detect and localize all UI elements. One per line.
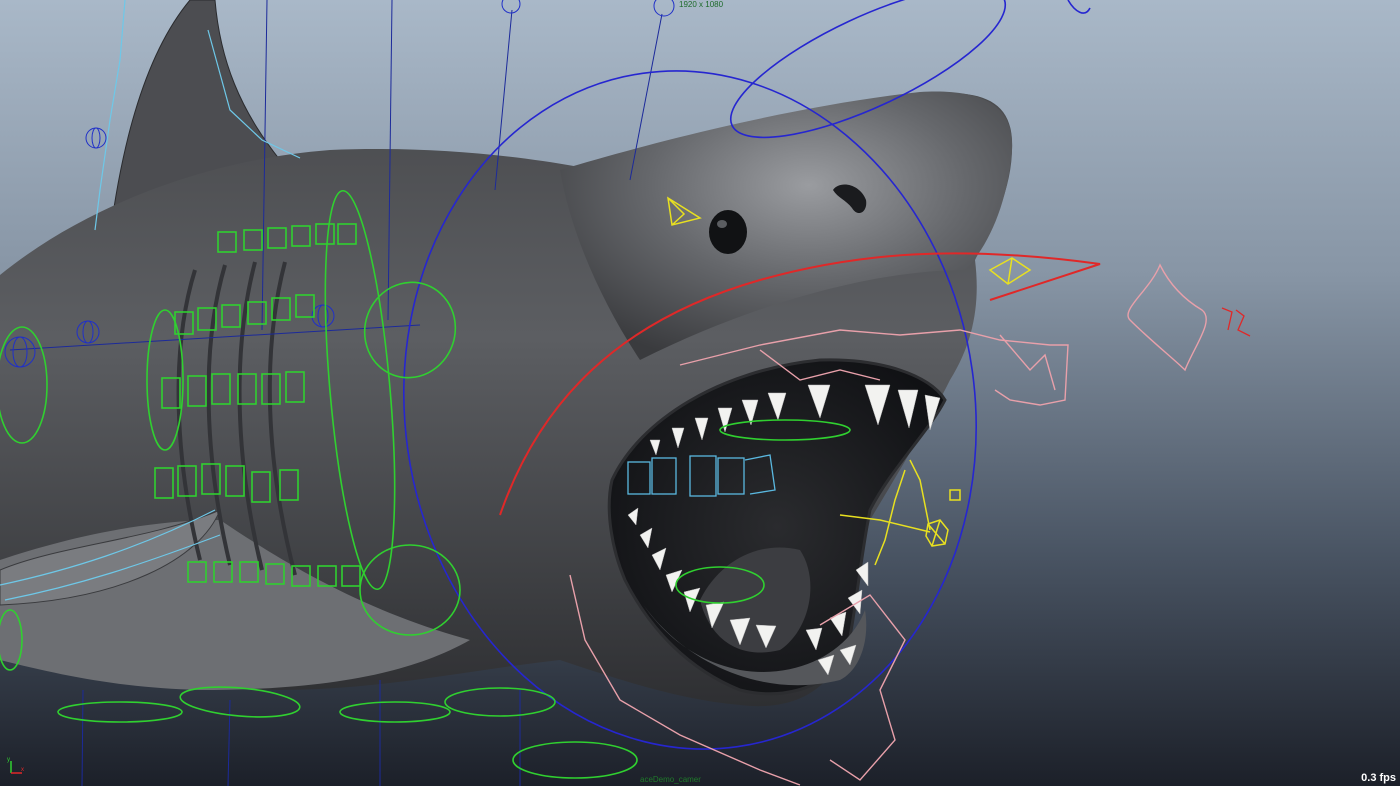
shark-eye [709, 210, 747, 254]
viewport-scene[interactable] [0, 0, 1400, 786]
axis-y-label: y [7, 757, 10, 763]
view-axis-gizmo-icon: y x [7, 757, 24, 774]
maya-3d-viewport[interactable]: 1920 x 1080 aceDemo_camer y x 0.3 fps [0, 0, 1400, 786]
rig-red-text-locator [1221, 307, 1251, 337]
axis-x-label: x [21, 767, 24, 773]
